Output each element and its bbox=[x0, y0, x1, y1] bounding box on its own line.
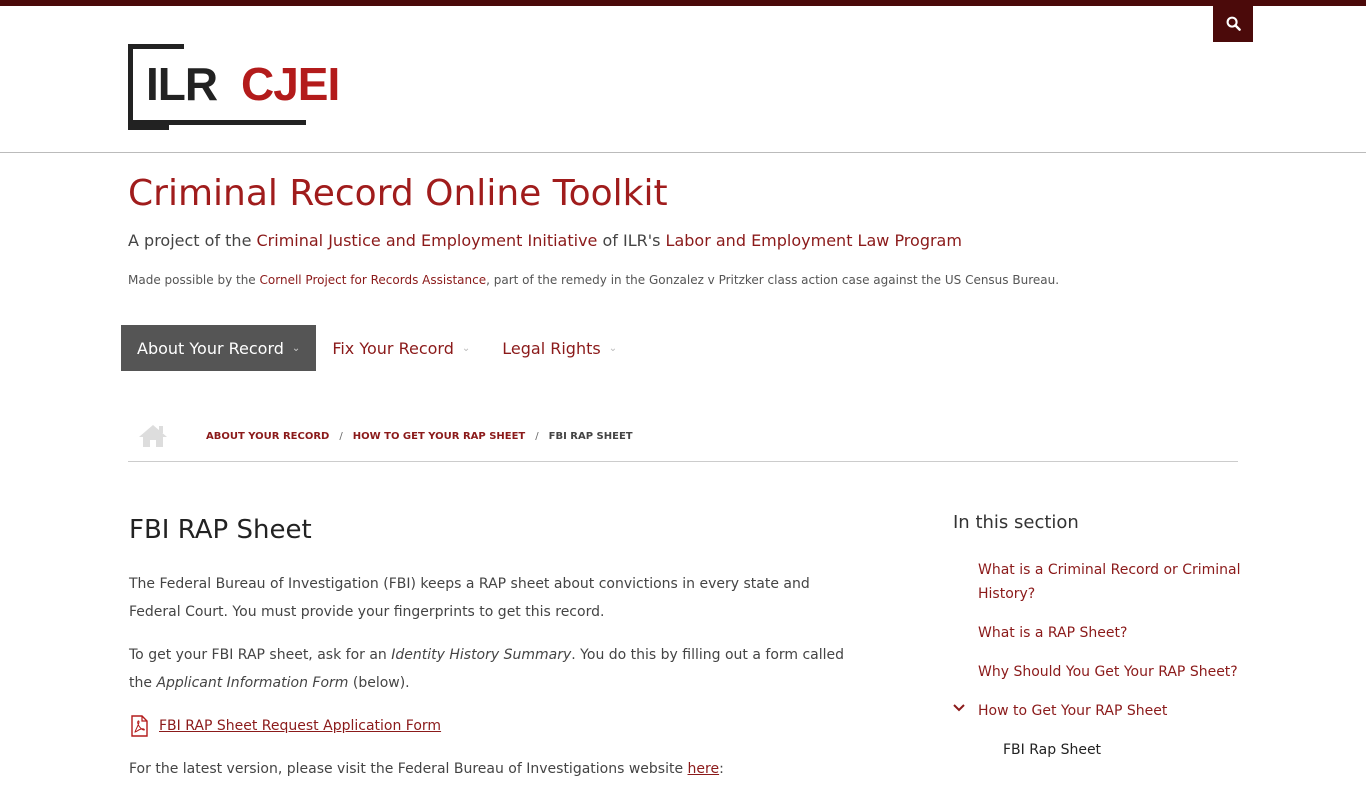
breadcrumb-current: FBI RAP Sheet bbox=[548, 430, 633, 442]
header-divider bbox=[0, 152, 1366, 153]
search-button[interactable] bbox=[1213, 4, 1253, 42]
breadcrumb-divider bbox=[128, 461, 1238, 462]
paragraph-how-to: To get your FBI RAP sheet, ask for an Id… bbox=[129, 647, 845, 691]
chevron-down-icon: ⌄ bbox=[291, 342, 301, 354]
chevron-down-icon: ⌄ bbox=[461, 342, 471, 354]
cpra-link[interactable]: Cornell Project for Records Assistance bbox=[260, 273, 487, 287]
section-nav: What is a Criminal Record or Criminal Hi… bbox=[953, 558, 1248, 762]
sidebar-item-what-is-rap-sheet[interactable]: What is a RAP Sheet? bbox=[978, 621, 1248, 645]
nav-legal-rights[interactable]: Legal Rights ⌄ bbox=[486, 325, 633, 371]
lel-program-link[interactable]: Labor and Employment Law Program bbox=[666, 231, 962, 250]
site-credit: Made possible by the Cornell Project for… bbox=[128, 273, 1060, 287]
sidebar-item-how-to-get-rap-sheet[interactable]: How to Get Your RAP Sheet bbox=[953, 699, 1248, 723]
nav-fix-your-record[interactable]: Fix Your Record ⌄ bbox=[316, 325, 486, 371]
chevron-down-icon: ⌄ bbox=[608, 342, 618, 354]
paragraph-latest-version: For the latest version, please visit the… bbox=[129, 761, 724, 777]
paragraph-intro: The Federal Bureau of Investigation (FBI… bbox=[129, 576, 810, 620]
logo-cjei: CJEI bbox=[241, 58, 340, 110]
breadcrumb-about-your-record[interactable]: About Your Record bbox=[206, 431, 329, 442]
sidebar-heading: In this section bbox=[953, 512, 1079, 533]
top-bar bbox=[0, 0, 1366, 6]
pdf-download-row: FBI RAP Sheet Request Application Form bbox=[129, 712, 859, 740]
breadcrumb: About Your Record / How to Get Your RAP … bbox=[138, 422, 633, 450]
breadcrumb-how-to-get-rap-sheet[interactable]: How to Get Your RAP Sheet bbox=[353, 431, 526, 442]
pdf-file-icon bbox=[131, 715, 148, 737]
site-logo[interactable]: ILR CJEI bbox=[128, 44, 354, 130]
sidebar-item-why-get-rap-sheet[interactable]: Why Should You Get Your RAP Sheet? bbox=[978, 660, 1248, 684]
main-nav: About Your Record ⌄ Fix Your Record ⌄ Lega… bbox=[121, 325, 633, 371]
fbi-website-link[interactable]: here bbox=[688, 761, 720, 777]
nav-about-your-record[interactable]: About Your Record ⌄ bbox=[121, 325, 317, 371]
logo-ilr: ILR bbox=[146, 58, 218, 110]
cjei-link[interactable]: Criminal Justice and Employment Initiati… bbox=[257, 231, 598, 250]
search-icon bbox=[1226, 16, 1241, 31]
fbi-form-pdf-link[interactable]: FBI RAP Sheet Request Application Form bbox=[159, 712, 441, 740]
home-icon[interactable] bbox=[138, 423, 170, 449]
site-title[interactable]: Criminal Record Online Toolkit bbox=[128, 172, 668, 216]
chevron-down-icon[interactable] bbox=[952, 701, 966, 715]
page-title: FBI RAP Sheet bbox=[129, 515, 312, 545]
main-content: The Federal Bureau of Investigation (FBI… bbox=[129, 570, 859, 798]
site-tagline: A project of the Criminal Justice and Em… bbox=[128, 231, 962, 250]
sidebar-subitem-fbi-rap-sheet[interactable]: FBI Rap Sheet bbox=[1003, 738, 1248, 762]
sidebar-item-criminal-record[interactable]: What is a Criminal Record or Criminal Hi… bbox=[978, 558, 1248, 606]
